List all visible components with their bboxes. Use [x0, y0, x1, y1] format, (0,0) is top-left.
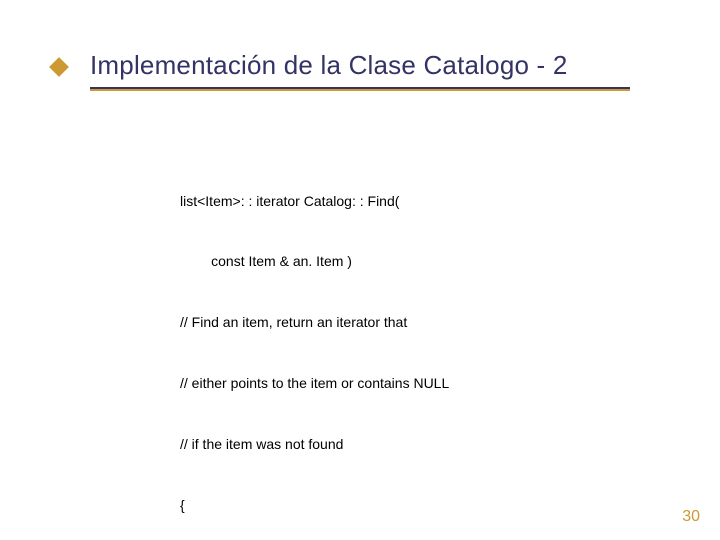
code-line: const Item & an. Item ) — [180, 251, 640, 271]
slide-title: Implementación de la Clase Catalogo - 2 — [90, 50, 670, 81]
code-line: // either points to the item or contains… — [180, 373, 640, 393]
title-underline — [90, 87, 630, 91]
slide: Implementación de la Clase Catalogo - 2 … — [0, 0, 720, 540]
code-line: // if the item was not found — [180, 434, 640, 454]
code-line: list<Item>: : iterator Catalog: : Find( — [180, 191, 640, 211]
bullet-diamond-icon — [49, 57, 69, 77]
title-block: Implementación de la Clase Catalogo - 2 — [90, 50, 670, 91]
code-line: // Find an item, return an iterator that — [180, 312, 640, 332]
code-block: list<Item>: : iterator Catalog: : Find( … — [180, 150, 640, 540]
page-number: 30 — [682, 508, 700, 526]
code-line: { — [180, 495, 640, 515]
